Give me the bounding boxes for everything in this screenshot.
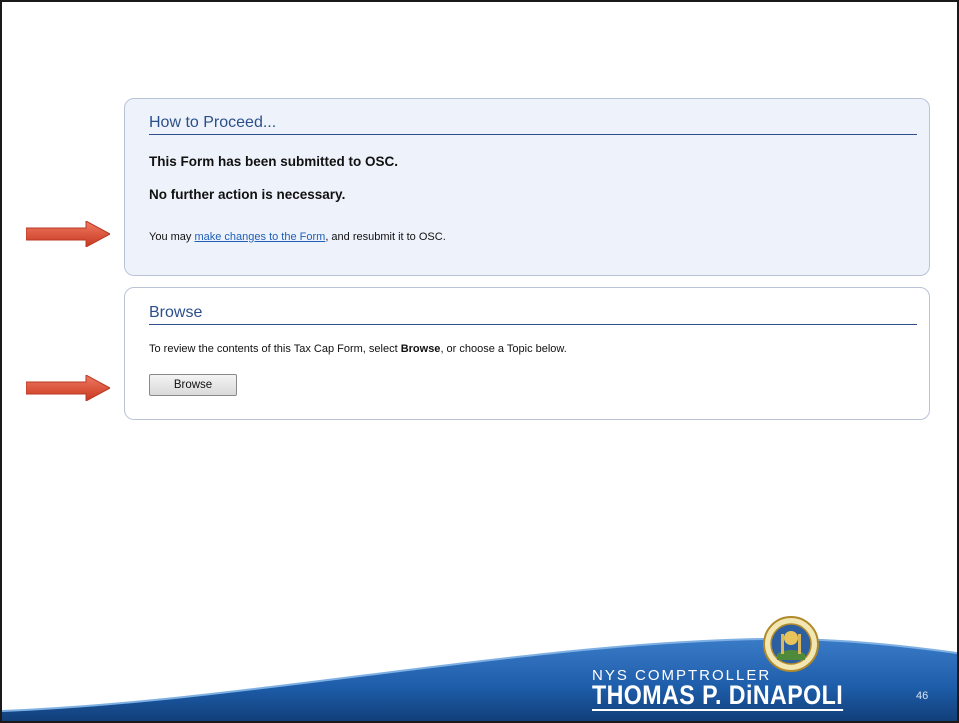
panel-title: How to Proceed... (149, 114, 917, 135)
comptroller-name: THOMAS P. DiNAPOLI (592, 680, 844, 711)
instruction-text: , or choose a Topic below. (440, 343, 567, 355)
right-arrow-icon (26, 375, 110, 401)
browse-button[interactable]: Browse (149, 374, 237, 396)
no-action-message: No further action is necessary. (149, 187, 346, 202)
right-arrow-icon (26, 221, 110, 247)
instruction-text: , and resubmit it to OSC. (325, 231, 446, 243)
instruction-text: To review the contents of this Tax Cap F… (149, 343, 401, 355)
state-seal-icon (763, 616, 819, 672)
resubmit-instructions: You may make changes to the Form, and re… (149, 231, 446, 243)
submitted-message: This Form has been submitted to OSC. (149, 154, 399, 169)
browse-panel: Browse To review the contents of this Ta… (124, 287, 930, 420)
instruction-emphasis: Browse (400, 343, 441, 355)
slide-number: 46 (916, 690, 929, 702)
how-to-proceed-panel: How to Proceed... This Form has been sub… (124, 98, 930, 276)
panel-title: Browse (149, 304, 917, 325)
browse-instructions: To review the contents of this Tax Cap F… (149, 343, 567, 355)
make-changes-link[interactable]: make changes to the Form (194, 231, 325, 243)
instruction-text: You may (149, 231, 195, 243)
slide: How to Proceed... This Form has been sub… (0, 0, 959, 723)
